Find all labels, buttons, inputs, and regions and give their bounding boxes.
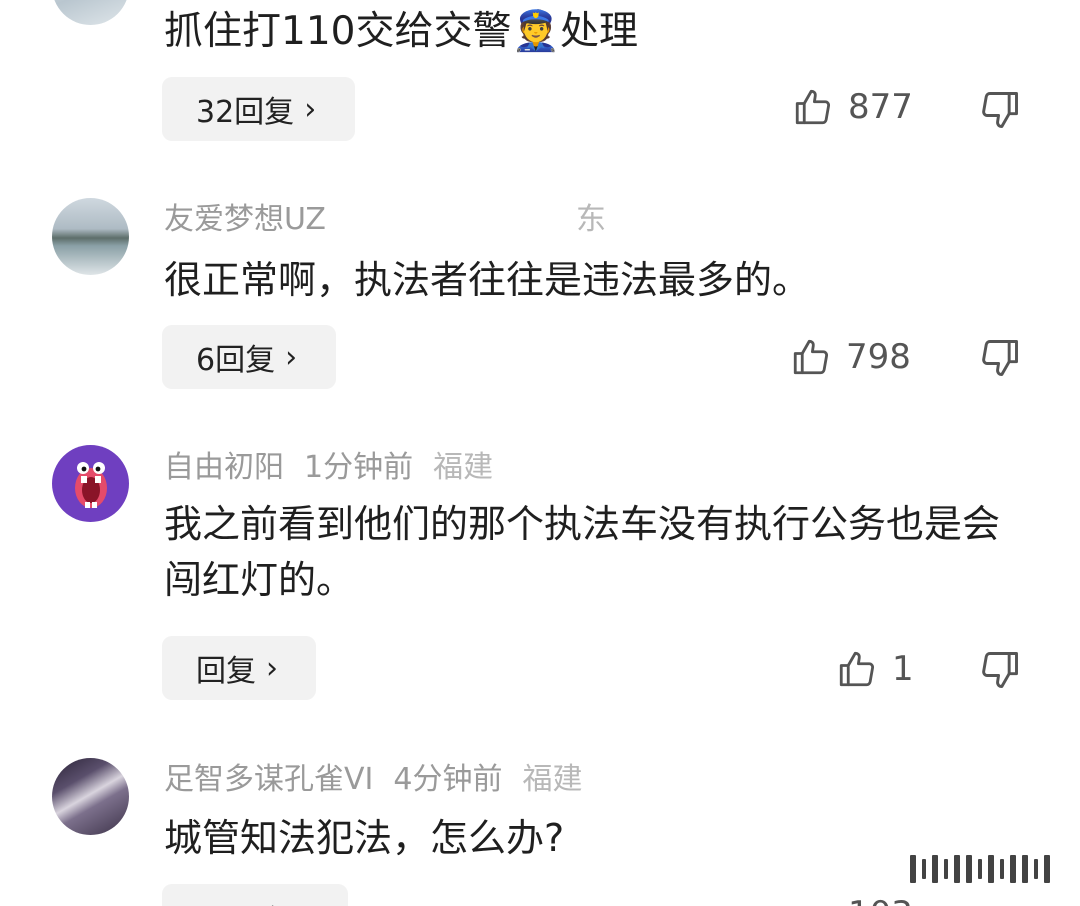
comment-location: 东 <box>575 202 606 237</box>
reply-button[interactable]: 11回复 <box>162 884 348 906</box>
thumbs-up-icon <box>839 651 875 687</box>
chevron-right-icon: › <box>285 339 298 375</box>
like-button[interactable]: 877 <box>792 86 913 128</box>
reply-button[interactable]: 6回复 › <box>162 325 336 389</box>
comment-text: 很正常啊，执法者往往是违法最多的。 <box>164 258 811 302</box>
comment-meta: 足智多谋孔雀VI 4分钟前 福建 <box>164 760 582 800</box>
comment-text: 我之前看到他们的那个执法车没有执行公务也是会闯红灯的。 <box>164 502 1001 602</box>
like-count: 1 <box>892 649 914 689</box>
watermark-barcode <box>910 852 1060 886</box>
comment-location: 福建 <box>522 762 583 797</box>
reply-button-label: 回复 <box>196 654 256 689</box>
avatar[interactable] <box>52 198 129 275</box>
comment-location: 福建 <box>433 450 494 485</box>
like-count: 103 <box>848 894 913 906</box>
username[interactable]: 足智多谋孔雀VI <box>164 762 373 797</box>
username[interactable]: 自由初阳 <box>164 450 284 485</box>
comment-time: 4分钟前 <box>393 762 503 797</box>
reply-button-label: 32回复 <box>196 95 295 130</box>
cartoon-face-icon <box>74 461 107 508</box>
comment-meta: 友爱梦想UZ 东 <box>164 200 606 240</box>
like-button[interactable]: 103 <box>792 890 913 906</box>
comment-meta: 自由初阳 1分钟前 福建 <box>164 448 493 488</box>
like-button[interactable]: 798 <box>790 336 911 378</box>
reply-button-label: 11回复 <box>196 896 294 906</box>
comment-text: 抓住打110交给交警👮处理 <box>164 9 638 54</box>
avatar[interactable] <box>52 0 129 25</box>
thumbs-up-icon <box>793 339 829 375</box>
comment-text: 城管知法犯法，怎么办? <box>164 816 565 860</box>
chevron-right-icon: › <box>266 650 278 686</box>
like-button[interactable]: 1 <box>836 648 914 690</box>
like-count: 877 <box>848 87 913 127</box>
thumbs-down-icon[interactable] <box>978 336 1022 380</box>
thumbs-down-icon[interactable] <box>978 88 1022 132</box>
username[interactable]: 友爱梦想UZ <box>164 202 326 237</box>
thumbs-down-icon[interactable] <box>978 648 1022 692</box>
reply-button-label: 6回复 <box>196 343 276 378</box>
reply-button[interactable]: 回复 › <box>162 636 316 700</box>
thumbs-up-icon <box>795 89 831 125</box>
reply-button[interactable]: 32回复 › <box>162 77 355 141</box>
avatar[interactable] <box>52 758 129 835</box>
like-count: 798 <box>846 337 911 377</box>
avatar[interactable] <box>52 445 129 522</box>
chevron-right-icon: › <box>304 91 317 127</box>
comment-time: 1分钟前 <box>304 450 414 485</box>
